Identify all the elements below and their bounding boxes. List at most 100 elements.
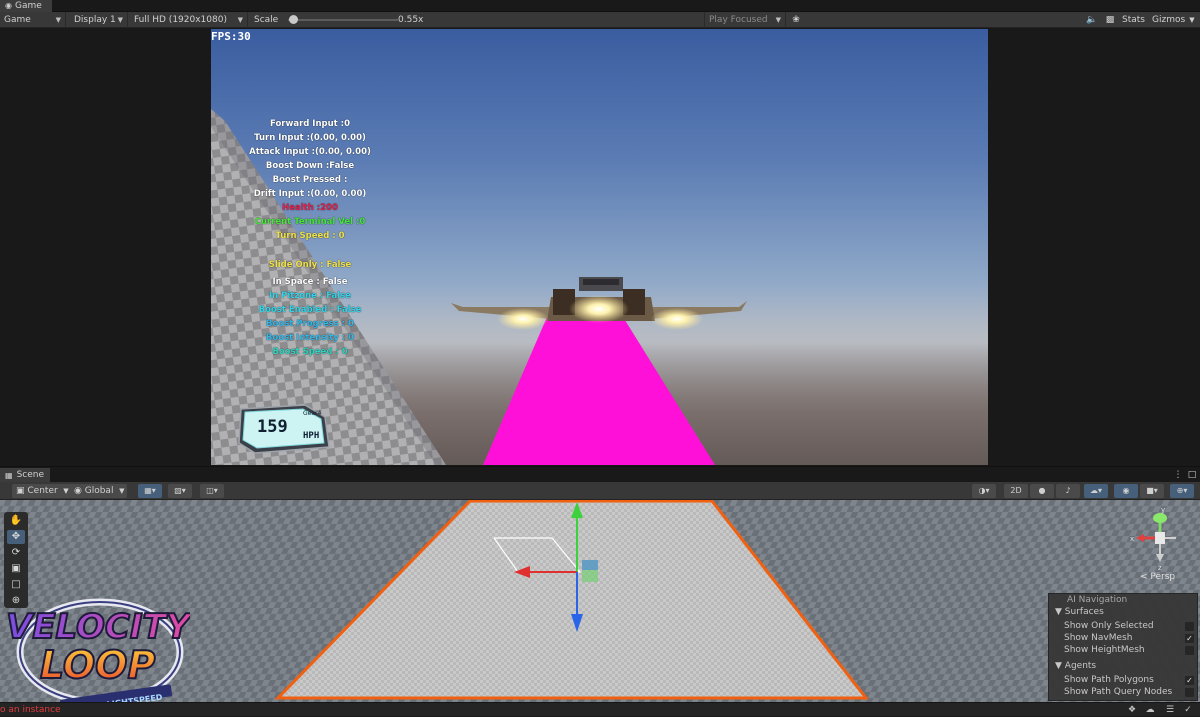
velocity-loop-logo: VELOCITY LOOP ZERO TO LIGHTSPEED (5, 598, 190, 715)
show-heightmesh-checkbox[interactable] (1185, 646, 1194, 655)
scale-value: 0.55x (398, 15, 424, 25)
persp-toggle[interactable]: < Persp (1140, 572, 1175, 582)
eye-slash-icon: ◉ (1122, 486, 1130, 495)
surfaces-label: Surfaces (1064, 607, 1104, 617)
effects-toggle[interactable]: ☁▾ (1084, 484, 1108, 498)
snap-icon: ▧▾ (174, 486, 186, 495)
grid-snap-button[interactable]: ▦▾ (138, 484, 162, 498)
hud-line: Boost Speed : 0 (272, 347, 348, 357)
hud-line: Boost Intensity : 0 (265, 333, 355, 343)
game-mode-dropdown[interactable]: Game ▼ (0, 12, 66, 28)
boost-beam (483, 317, 715, 465)
display-label: Display 1 (74, 15, 116, 25)
pivot-icon: ▣ (16, 486, 25, 496)
toggle-2d-label: 2D (1010, 486, 1022, 495)
gizmos-scene-button[interactable]: ⊕▾ (1170, 484, 1194, 498)
lighting-toggle[interactable]: ● (1030, 484, 1054, 498)
hud-line: Boost Enabled : False (258, 305, 362, 315)
hud-line: Health :200 (282, 203, 338, 213)
stats-button[interactable]: Stats (1122, 12, 1145, 28)
tab-scene-label: Scene (16, 470, 45, 480)
surfaces-collapse-toggle[interactable]: ▼ Surfaces (1055, 607, 1104, 617)
ai-navigation-title[interactable]: AI Navigation (1049, 594, 1199, 607)
grid-icon: ▦ (5, 471, 13, 480)
fps-counter: FPS:30 (211, 30, 251, 43)
pivot-label: Center (27, 486, 58, 496)
hud-line: In Space : False (272, 277, 348, 287)
tab-scene[interactable]: ▦ Scene (0, 468, 50, 483)
more-options-icon[interactable]: ⋮ (1172, 469, 1184, 481)
chevron-down-icon[interactable]: ▼ (1186, 14, 1198, 26)
grid-snap-icon: ▦▾ (144, 486, 156, 495)
account-icon[interactable]: ☁ (1144, 704, 1156, 716)
show-only-selected-label: Show Only Selected (1064, 621, 1154, 631)
game-toolbar: Game ▼ Display 1 ▼ Full HD (1920x1080) ▼… (0, 12, 1200, 28)
scale-tool-icon[interactable]: ▣ (7, 562, 25, 576)
hud-line: Boost Down :False (265, 161, 355, 171)
hud-line: In Pitzone : False (268, 291, 352, 301)
increment-snap-button[interactable]: ▧▾ (168, 484, 192, 498)
scale-slider-track[interactable] (288, 19, 398, 21)
chevron-down-icon: ▼ (117, 16, 123, 24)
scene-tab-bar: ▦ Scene ⋮ □ (0, 466, 1200, 483)
game-mode-label: Game (4, 15, 31, 25)
hand-tool-icon[interactable]: ✋ (7, 514, 25, 528)
move-tool-icon[interactable]: ✥ (7, 530, 25, 544)
logo-line1: VELOCITY (6, 607, 190, 647)
player-ship (451, 277, 747, 330)
chevron-down-icon: ▼ (55, 16, 61, 24)
ai-navigation-overlay: AI Navigation ▼ Surfaces Show Only Selec… (1048, 593, 1198, 701)
rect-tool-icon[interactable]: □ (7, 578, 25, 592)
show-only-selected-checkbox[interactable] (1185, 622, 1194, 631)
bug-icon[interactable]: ❀ (790, 14, 802, 26)
effects-icon: ☁▾ (1089, 486, 1102, 495)
align-button[interactable]: ◫▾ (200, 484, 224, 498)
audio-mute-icon[interactable]: 🔈 (1086, 14, 1098, 26)
gear-label: Gear4 (303, 410, 322, 417)
game-view-area: FPS:30 Forward Input :0 Turn Input :(0.00… (0, 29, 1200, 466)
speed-value: 159 (257, 417, 288, 437)
svg-text:y: y (1161, 506, 1165, 514)
show-path-polygons-checkbox[interactable]: ✓ (1185, 676, 1194, 685)
console-error-message[interactable]: o an instance (0, 703, 61, 717)
scale-slider-handle[interactable] (288, 15, 298, 24)
shading-mode-button[interactable]: ◑▾ (972, 484, 996, 498)
agents-label: Agents (1064, 661, 1097, 671)
rotate-tool-icon[interactable]: ⟳ (7, 546, 25, 560)
speed-unit: HPH (303, 431, 320, 441)
agents-collapse-toggle[interactable]: ▼ Agents (1055, 661, 1096, 671)
gamepad-icon: ◉ (5, 1, 12, 10)
layers-icon[interactable]: ☰ (1164, 704, 1176, 716)
show-path-query-nodes-checkbox[interactable] (1185, 688, 1194, 697)
hidden-objects-toggle[interactable]: ◉ (1114, 484, 1138, 498)
audio-toggle[interactable]: ♪ (1056, 484, 1080, 498)
space-global-dropdown[interactable]: ◉ Global ▼ (70, 484, 128, 498)
status-bar: o an instance ❖ ☁ ☰ ✓ (0, 702, 1200, 716)
space-label: Global (84, 486, 114, 496)
pivot-center-dropdown[interactable]: ▣ Center ▼ (12, 484, 72, 498)
game-tab-bar: ◉ Game (0, 0, 1200, 12)
toggle-2d-button[interactable]: 2D (1004, 484, 1028, 498)
svg-text:z: z (1158, 564, 1162, 572)
gamepad-settings-icon[interactable]: ▩ (1104, 14, 1116, 26)
camera-settings-button[interactable]: ■▾ (1140, 484, 1164, 498)
camera-icon: ■▾ (1146, 486, 1158, 495)
hud-line: Turn Input :(0.00, 0.00) (254, 133, 366, 143)
resolution-dropdown[interactable]: Full HD (1920x1080) ▼ (130, 12, 248, 28)
scale-label: Scale (254, 15, 279, 25)
progress-check-icon[interactable]: ✓ (1182, 704, 1194, 716)
shading-sphere-icon: ◑▾ (978, 486, 990, 495)
maximize-icon[interactable]: □ (1186, 469, 1198, 481)
network-icon[interactable]: ❖ (1126, 704, 1138, 716)
hud-line: Forward Input :0 (269, 119, 350, 129)
show-navmesh-label: Show NavMesh (1064, 633, 1133, 643)
hud-line: Boost Pressed : (272, 175, 348, 185)
game-viewport[interactable]: FPS:30 Forward Input :0 Turn Input :(0.00… (211, 29, 988, 465)
tab-game[interactable]: ◉ Game (0, 0, 52, 12)
show-navmesh-checkbox[interactable]: ✓ (1185, 634, 1194, 643)
display-dropdown[interactable]: Display 1 ▼ (70, 12, 128, 28)
gizmos-button[interactable]: Gizmos (1152, 12, 1185, 28)
hud-line: Slide Only : False (268, 260, 352, 270)
play-focused-dropdown[interactable]: Play Focused ▼ (704, 12, 786, 28)
svg-text:x: x (1130, 535, 1134, 543)
